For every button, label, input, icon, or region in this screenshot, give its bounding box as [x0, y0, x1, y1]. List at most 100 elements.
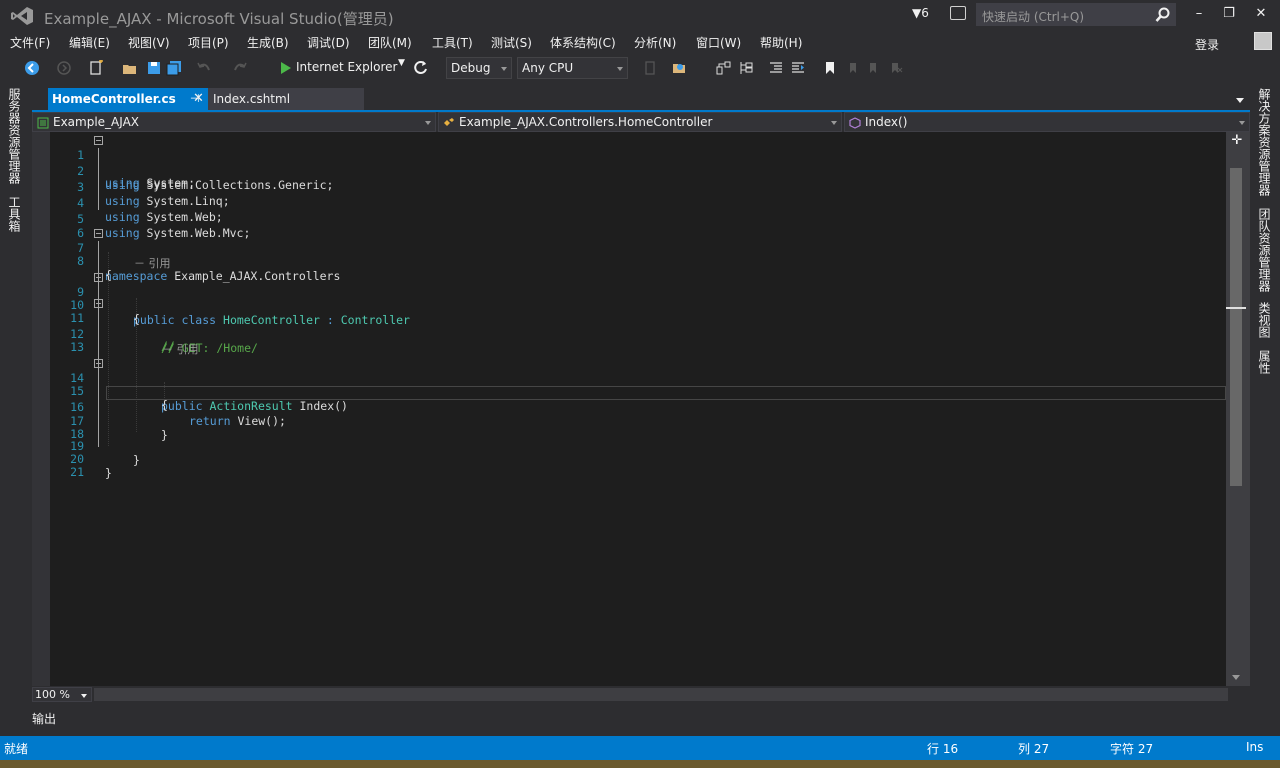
next-bookmark-icon[interactable] — [866, 60, 882, 76]
right-tool-strip: 解决方案资源管理器 团队资源管理器 类视图 属性 — [1250, 84, 1280, 734]
menu-view[interactable]: 视图(V) — [128, 34, 170, 51]
solution-explorer-tab[interactable]: 解决方案资源管理器 — [1256, 88, 1273, 196]
navigate-back-icon[interactable] — [24, 60, 40, 76]
status-line: 行 16 — [927, 742, 959, 756]
title-bar: Example_AJAX - Microsoft Visual Studio(管… — [0, 0, 1280, 32]
account-icon[interactable] — [1254, 32, 1272, 50]
server-explorer-tab[interactable]: 服务器资源管理器 — [6, 88, 23, 184]
zoom-select[interactable]: 100 % — [32, 687, 92, 702]
run-target-dropdown-icon[interactable]: ▼ — [398, 58, 405, 68]
vertical-scrollbar[interactable] — [1226, 132, 1250, 686]
horizontal-scrollbar[interactable] — [94, 688, 1228, 701]
menu-test[interactable]: 测试(S) — [491, 34, 532, 51]
line-number: 13 — [70, 340, 84, 354]
platform-value: Any CPU — [522, 61, 574, 75]
menu-help[interactable]: 帮助(H) — [760, 34, 802, 51]
platform-select[interactable]: Any CPU — [517, 57, 628, 79]
indent-icon[interactable] — [790, 60, 806, 76]
project-name: Example_AJAX — [53, 115, 140, 129]
close-icon[interactable]: ✕ — [193, 91, 204, 106]
code-lens-references[interactable]: － 引用 — [134, 255, 171, 270]
chevron-down-icon — [617, 67, 623, 71]
tabs-dropdown-icon[interactable] — [1236, 98, 1244, 103]
code-line: 11 // — [50, 297, 1226, 353]
undo-icon[interactable] — [196, 60, 212, 76]
menu-window[interactable]: 窗口(W) — [696, 34, 741, 51]
save-icon[interactable] — [146, 60, 162, 76]
selection-margin[interactable] — [32, 132, 50, 686]
menu-build[interactable]: 生成(B) — [247, 34, 289, 51]
csharp-project-icon — [37, 117, 49, 129]
method-icon — [849, 117, 861, 129]
menu-analyze[interactable]: 分析(N) — [634, 34, 676, 51]
bookmark-icon[interactable] — [822, 60, 838, 76]
code-editor[interactable]: 1 using System; 2 using System.Collectio… — [32, 132, 1226, 686]
save-all-icon[interactable] — [166, 60, 182, 76]
filter-icon: ▼ — [912, 6, 922, 20]
menu-architecture[interactable]: 体系结构(C) — [550, 34, 616, 51]
status-column: 列 27 — [1018, 742, 1050, 756]
class-diagram-icon[interactable] — [716, 60, 732, 76]
team-explorer-tab[interactable]: 团队资源管理器 — [1256, 208, 1273, 292]
navigate-forward-icon[interactable] — [56, 60, 72, 76]
class-icon — [444, 118, 454, 126]
collapse-icon[interactable] — [94, 229, 103, 238]
code-line: 1 using System; — [50, 134, 1226, 190]
menu-file[interactable]: 文件(F) — [10, 34, 50, 51]
code-line: 13 — [50, 326, 1226, 354]
code-line: 14 public ActionResult Index() — [50, 357, 1226, 413]
split-window-icon[interactable]: ✛ — [1230, 134, 1244, 148]
menu-tools[interactable]: 工具(T) — [432, 34, 473, 51]
run-target-label[interactable]: Internet Explorer — [296, 60, 397, 74]
collapse-icon[interactable] — [94, 273, 103, 282]
restore-button[interactable]: ❐ — [1216, 4, 1242, 24]
start-debugging-icon[interactable] — [278, 60, 294, 76]
close-button[interactable]: ✕ — [1248, 4, 1274, 24]
type-name: Example_AJAX.Controllers.HomeController — [459, 115, 713, 129]
minimize-button[interactable]: – — [1186, 4, 1212, 24]
find-in-files-icon[interactable] — [672, 60, 688, 76]
open-file-icon[interactable] — [122, 60, 138, 76]
collapse-icon[interactable] — [94, 359, 103, 368]
menu-project[interactable]: 项目(P) — [188, 34, 229, 51]
output-panel-tab[interactable]: 输出 — [32, 710, 56, 727]
refresh-icon[interactable] — [413, 60, 429, 76]
feedback-icon[interactable] — [950, 6, 966, 20]
menu-team[interactable]: 团队(M) — [368, 34, 412, 51]
redo-icon[interactable] — [232, 60, 248, 76]
type-dropdown[interactable]: Example_AJAX.Controllers.HomeController — [438, 112, 842, 132]
scrollbar-thumb[interactable] — [1230, 168, 1242, 486]
configuration-select[interactable]: Debug — [446, 57, 512, 79]
document-tab-well: HomeController.cs ⊣ ✕ Index.cshtml — [32, 86, 1250, 110]
attach-icon[interactable] — [642, 60, 658, 76]
sign-in-link[interactable]: 登录 — [1195, 36, 1219, 53]
toolbox-tab[interactable]: 工具箱 — [6, 196, 23, 232]
windows-taskbar — [0, 760, 1280, 768]
code-line: 10 { — [50, 284, 1226, 326]
collapse-icon[interactable] — [94, 136, 103, 145]
member-dropdown[interactable]: Index() — [844, 112, 1250, 132]
code-lens-references[interactable]: － 引用 — [162, 341, 199, 356]
line-number: 8 — [77, 254, 84, 268]
tab-index-cshtml[interactable]: ✕ Index.cshtml — [193, 88, 364, 110]
class-view-tab[interactable]: 类视图 — [1256, 302, 1273, 338]
collapse-icon[interactable] — [94, 299, 103, 308]
project-dropdown[interactable]: Example_AJAX — [32, 112, 436, 132]
code-line: 17 } — [50, 400, 1226, 442]
solution-explorer-icon[interactable] — [738, 60, 754, 76]
tab-home-controller[interactable]: HomeController.cs ⊣ — [48, 88, 208, 110]
menu-edit[interactable]: 编辑(E) — [69, 34, 110, 51]
properties-tab[interactable]: 属性 — [1256, 350, 1273, 374]
code-line: 20 } — [50, 438, 1226, 480]
menu-debug[interactable]: 调试(D) — [307, 34, 350, 51]
window-title: Example_AJAX - Microsoft Visual Studio(管… — [44, 10, 394, 28]
code-line: 6 — [50, 212, 1226, 240]
new-project-icon[interactable] — [88, 60, 104, 76]
scroll-down-icon[interactable] — [1232, 675, 1240, 680]
clear-bookmarks-icon[interactable] — [888, 60, 904, 76]
search-icon[interactable] — [1155, 7, 1171, 23]
outdent-icon[interactable] — [768, 60, 784, 76]
previous-bookmark-icon[interactable] — [844, 60, 860, 76]
notifications-button[interactable]: ▼6 — [912, 6, 929, 20]
quick-launch-input[interactable]: 快速启动 (Ctrl+Q) — [976, 3, 1176, 26]
